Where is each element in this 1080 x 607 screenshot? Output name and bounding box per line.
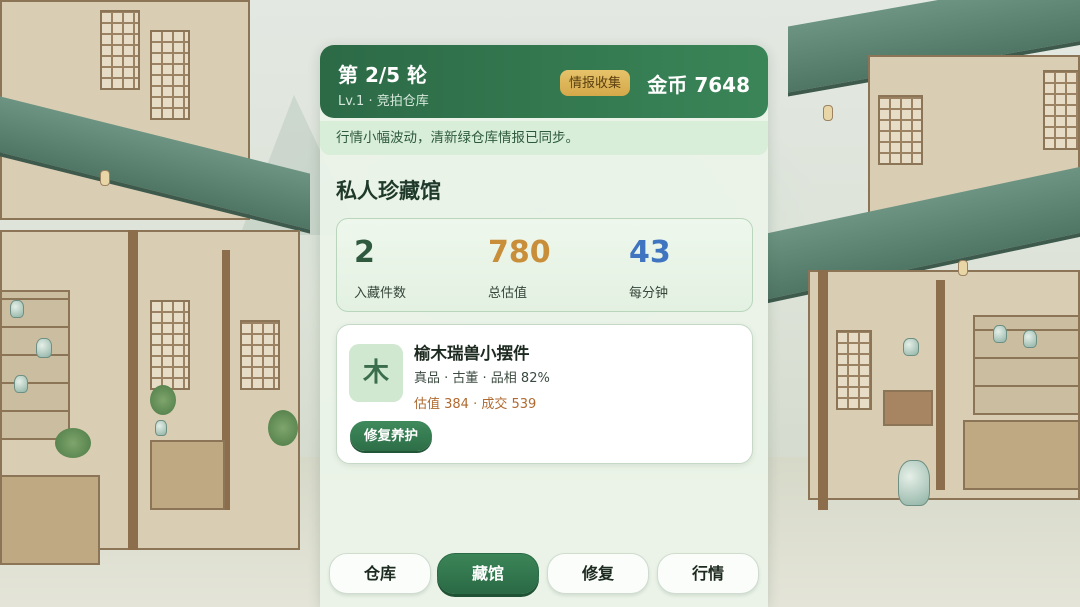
wood-material-icon: 木 (349, 344, 403, 402)
stat-value: 2 (354, 235, 375, 270)
collection-stats: 2 入藏件数 780 总估值 43 每分钟 (336, 218, 753, 312)
level-location: Lv.1 · 竞拍仓库 (338, 94, 429, 109)
stat-value: 780 (488, 235, 551, 270)
stat-label: 总估值 (488, 286, 528, 301)
nav-tab-repair[interactable]: 修复 (547, 553, 649, 594)
collection-item-card: 木 榆木瑞兽小摆件 真品 · 古董 · 品相 82% 估值 384 · 成交 5… (336, 324, 753, 464)
nav-tab-warehouse[interactable]: 仓库 (329, 553, 431, 594)
left-building (0, 0, 320, 607)
stat-label: 入藏件数 (354, 286, 407, 301)
game-panel: 第 2/5 轮 Lv.1 · 竞拍仓库 情报收集 金币 7648 行情小幅波动，… (320, 45, 768, 607)
market-notice: 行情小幅波动，清新绿仓库情报已同步。 (320, 121, 768, 155)
item-name: 榆木瑞兽小摆件 (414, 344, 530, 363)
item-value-info: 估值 384 · 成交 539 (414, 397, 537, 412)
repair-maintain-button[interactable]: 修复养护 (350, 421, 432, 451)
bottom-nav: 仓库 藏馆 修复 行情 (320, 542, 768, 607)
stat-value: 43 (629, 235, 671, 270)
item-attributes: 真品 · 古董 · 品相 82% (414, 371, 550, 386)
status-header: 第 2/5 轮 Lv.1 · 竞拍仓库 情报收集 金币 7648 (320, 45, 768, 118)
intel-gather-button[interactable]: 情报收集 (560, 70, 631, 96)
round-indicator: 第 2/5 轮 (338, 63, 428, 87)
stat-label: 每分钟 (629, 286, 669, 301)
coin-balance: 金币 7648 (647, 73, 750, 97)
page-title: 私人珍藏馆 (336, 179, 441, 203)
nav-tab-market[interactable]: 行情 (657, 553, 759, 594)
nav-tab-collection[interactable]: 藏馆 (437, 553, 539, 594)
right-building (768, 0, 1080, 607)
